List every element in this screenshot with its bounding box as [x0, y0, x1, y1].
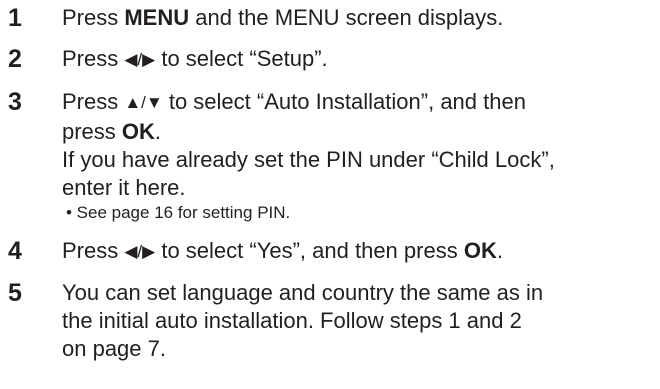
step-1: 1 Press MENU and the MENU screen display… [8, 4, 658, 32]
step-number: 5 [8, 279, 22, 307]
step-text: press OK. [62, 118, 658, 146]
step-text: Press ◀/▶ to select “Yes”, and then pres… [62, 237, 658, 267]
step-number: 4 [8, 237, 22, 265]
ok-key-label: OK [121, 119, 155, 144]
step-text-part: . [154, 119, 162, 144]
up-down-arrows-icon: ▲/▼ [124, 93, 163, 112]
step-text: the initial auto installation. Follow st… [62, 308, 522, 333]
menu-key-label: MENU [124, 5, 190, 30]
step-number: 3 [8, 88, 22, 116]
step-text-part: Press [62, 238, 125, 263]
step-4: 4 Press ◀/▶ to select “Yes”, and then pr… [8, 237, 658, 267]
step-5: 5 You can set language and country the s… [8, 279, 658, 363]
ok-key-label: OK [463, 238, 497, 263]
step-text-part: press [62, 119, 122, 144]
step-note: • See page 16 for setting PIN. [66, 203, 291, 222]
step-3: 3 Press ▲/▼ to select “Auto Installation… [8, 88, 658, 224]
step-text-part: Press [62, 5, 125, 30]
step-text: If you have already set the PIN under “C… [62, 147, 555, 172]
step-text-part: Press [62, 46, 125, 71]
step-text: You can set language and country the sam… [62, 280, 544, 305]
step-text-part: to select “Auto Installation”, and then [162, 89, 526, 114]
step-text-part: to select “Yes”, and then press [155, 238, 464, 263]
instruction-steps: 1 Press MENU and the MENU screen display… [8, 4, 658, 363]
step-text: Press MENU and the MENU screen displays. [62, 4, 658, 32]
step-text-part: . [496, 238, 503, 263]
step-text: enter it here. [62, 175, 186, 200]
left-right-arrows-icon: ◀/▶ [124, 50, 156, 69]
step-text-part: and the MENU screen displays. [189, 5, 504, 30]
step-text: Press ◀/▶ to select “Setup”. [62, 45, 658, 75]
step-text: Press ▲/▼ to select “Auto Installation”,… [62, 88, 658, 118]
step-text-part: Press [62, 89, 125, 114]
step-text-part: to select “Setup”. [155, 46, 328, 71]
step-number: 1 [8, 4, 22, 32]
step-2: 2 Press ◀/▶ to select “Setup”. [8, 45, 658, 75]
left-right-arrows-icon: ◀/▶ [124, 242, 156, 261]
step-number: 2 [8, 45, 22, 73]
step-text: on page 7. [62, 336, 166, 361]
